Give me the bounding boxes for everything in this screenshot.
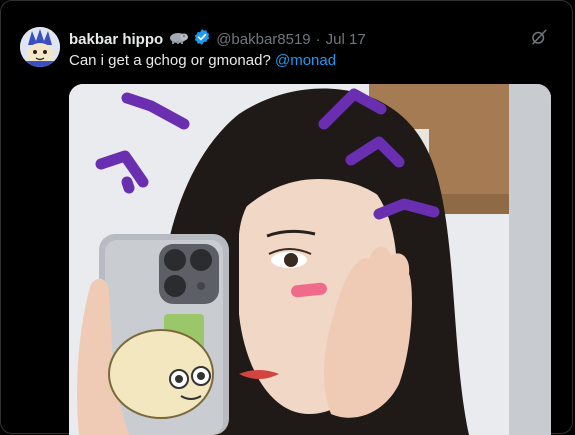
tweet-photo[interactable] bbox=[69, 84, 551, 435]
post-date[interactable]: Jul 17 bbox=[326, 31, 366, 48]
mention-link[interactable]: @monad bbox=[275, 52, 336, 69]
avatar[interactable] bbox=[20, 27, 60, 67]
tweet-header: bakbar hippo @bakbar8519 · Jul 17 bbox=[69, 28, 366, 51]
tweet-card[interactable]: bakbar hippo @bakbar8519 · Jul 17 Can i … bbox=[0, 0, 573, 435]
separator-dot: · bbox=[315, 31, 321, 48]
author-handle[interactable]: @bakbar8519 bbox=[216, 31, 310, 48]
tweet-text-body: Can i get a gchog or gmonad? bbox=[69, 52, 275, 69]
author-name[interactable]: bakbar hippo bbox=[69, 31, 163, 48]
tweet-text: Can i get a gchog or gmonad? @monad bbox=[69, 52, 336, 69]
grok-icon[interactable] bbox=[530, 28, 548, 46]
photo-illustration bbox=[69, 84, 551, 435]
hippo-emoji-icon bbox=[168, 30, 189, 49]
verified-badge-icon bbox=[193, 28, 211, 51]
